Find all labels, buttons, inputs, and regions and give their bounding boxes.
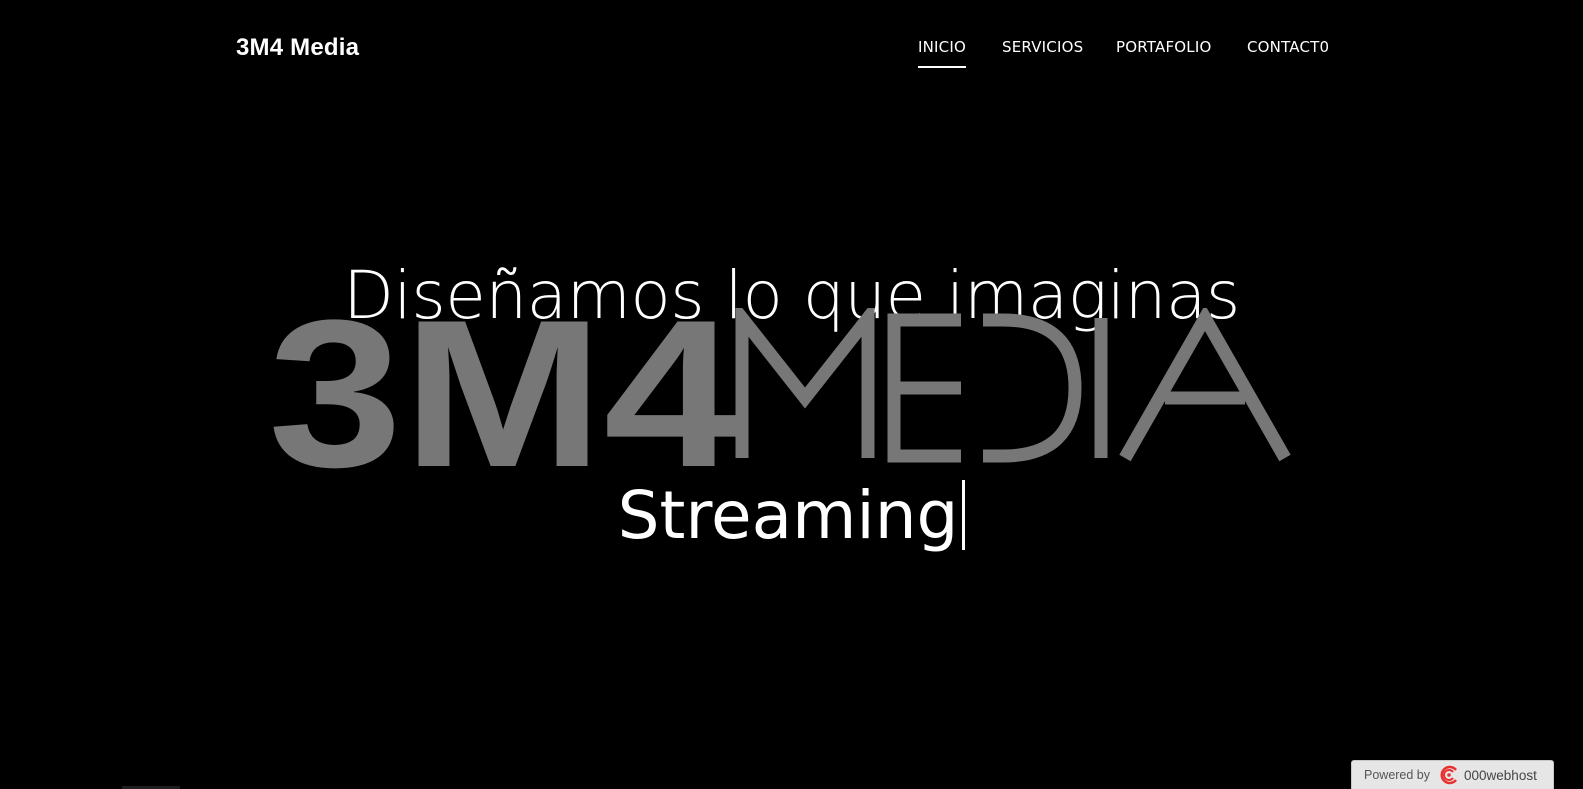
logo-bold-text: 3M4 [268,308,738,478]
nav-item-inicio[interactable]: INICIO [918,38,966,68]
typing-cursor [962,480,966,550]
page: 3M4 Media INICIO SERVICIOS PORTAFOLIO CO… [0,0,1583,789]
hosting-badge[interactable]: Powered by 000webhost [1351,760,1554,789]
typed-text-line: Streaming [0,476,1583,556]
host-name-label: 000webhost [1464,767,1537,783]
nav-item-portafolio[interactable]: PORTAFOLIO [1116,38,1211,56]
main-nav: INICIO SERVICIOS PORTAFOLIO CONTACT0 [0,38,1583,78]
typed-text: Streaming [617,477,959,554]
brand-logo-graphic: 3M4 [268,308,1291,478]
powered-by-label: Powered by [1364,768,1431,782]
nav-item-servicios[interactable]: SERVICIOS [1002,38,1083,56]
nav-item-contacto[interactable]: CONTACT0 [1247,38,1329,56]
logo-media-lettering [735,308,1291,463]
webhost-logo-icon [1440,765,1457,785]
